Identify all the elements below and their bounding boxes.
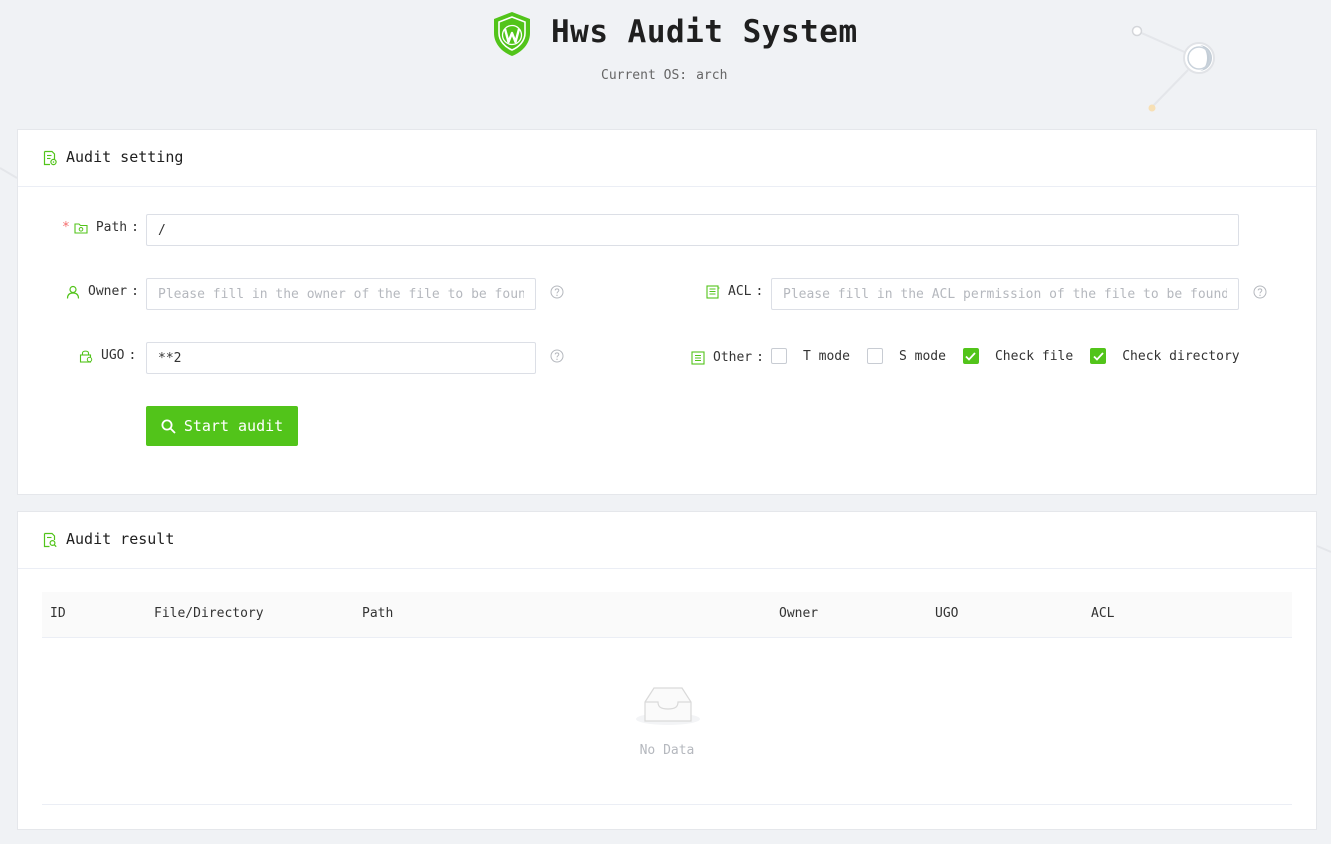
other-label: Other: — [691, 350, 764, 365]
check-file-checkbox[interactable]: Check file — [962, 348, 1074, 364]
audit-result-title: Audit result — [66, 530, 175, 548]
document-settings-icon — [43, 150, 57, 166]
checklist-icon — [691, 350, 705, 365]
column-header-id: ID — [50, 606, 66, 621]
s-mode-checkbox[interactable]: S mode — [866, 348, 946, 364]
column-header-acl: ACL — [1091, 606, 1115, 621]
path-input[interactable] — [146, 214, 1239, 246]
shield-logo-icon — [494, 12, 530, 56]
audit-setting-header: Audit setting — [18, 130, 1316, 187]
start-audit-label: Start audit — [183, 417, 284, 435]
checkmark-icon — [1093, 351, 1104, 361]
document-search-icon — [43, 532, 57, 548]
empty-text: No Data — [639, 743, 695, 758]
column-header-path: Path — [362, 606, 394, 621]
t-mode-checkbox[interactable]: T mode — [771, 348, 850, 364]
owner-help-icon[interactable] — [550, 285, 564, 299]
acl-label-text: ACL — [728, 284, 752, 299]
owner-label: Owner: — [66, 284, 139, 299]
folder-icon — [74, 222, 88, 234]
t-mode-box[interactable] — [771, 348, 787, 364]
table-header: ID File/Directory Path Owner UGO ACL — [42, 592, 1292, 638]
t-mode-label: T mode — [803, 348, 850, 364]
s-mode-box[interactable] — [866, 348, 883, 364]
ugo-label-text: UGO — [101, 348, 125, 363]
owner-input[interactable] — [146, 278, 536, 310]
result-table: ID File/Directory Path Owner UGO ACL No … — [42, 592, 1292, 805]
s-mode-label: S mode — [898, 348, 946, 364]
ugo-help-icon[interactable] — [550, 349, 564, 363]
app-title: Hws Audit System — [551, 14, 858, 50]
check-file-box[interactable] — [962, 348, 979, 364]
app-header: Hws Audit System Current OS: arch — [0, 0, 1331, 120]
user-icon — [66, 285, 80, 299]
acl-input[interactable] — [771, 278, 1239, 310]
audit-result-header: Audit result — [18, 512, 1316, 569]
empty-inbox-icon — [636, 687, 700, 725]
required-asterisk: * — [62, 220, 70, 235]
path-label: * Path: — [62, 220, 139, 235]
audit-result-card: Audit result ID File/Directory Path Owne… — [17, 511, 1317, 830]
acl-help-icon[interactable] — [1253, 285, 1267, 299]
other-options: T mode S mode Check file Check directory — [771, 348, 1257, 364]
os-label: Current OS: — [601, 68, 688, 83]
start-audit-button[interactable]: Start audit — [146, 406, 298, 446]
ugo-label: UGO: — [79, 348, 136, 363]
check-directory-label: Check directory — [1122, 348, 1240, 364]
column-header-owner: Owner — [779, 606, 819, 621]
check-file-label: Check file — [994, 348, 1074, 364]
ugo-input[interactable] — [146, 342, 536, 374]
list-document-icon — [706, 284, 720, 299]
acl-label: ACL: — [706, 284, 763, 299]
lock-icon — [79, 350, 93, 363]
column-header-ugo: UGO — [935, 606, 959, 621]
checkmark-icon — [965, 351, 977, 361]
other-label-text: Other — [713, 350, 753, 365]
audit-setting-card: Audit setting * Path: Owner: ACL: — [17, 129, 1317, 495]
path-label-text: Path — [95, 220, 128, 235]
table-body: No Data — [42, 638, 1292, 805]
search-icon — [161, 419, 176, 434]
check-directory-checkbox[interactable]: Check directory — [1090, 348, 1240, 364]
current-os: Current OS: arch — [601, 68, 727, 83]
owner-label-text: Owner — [88, 284, 128, 299]
check-directory-box[interactable] — [1090, 348, 1107, 364]
os-value: arch — [696, 68, 728, 83]
column-header-file-directory: File/Directory — [154, 606, 264, 621]
audit-setting-title: Audit setting — [66, 148, 184, 166]
